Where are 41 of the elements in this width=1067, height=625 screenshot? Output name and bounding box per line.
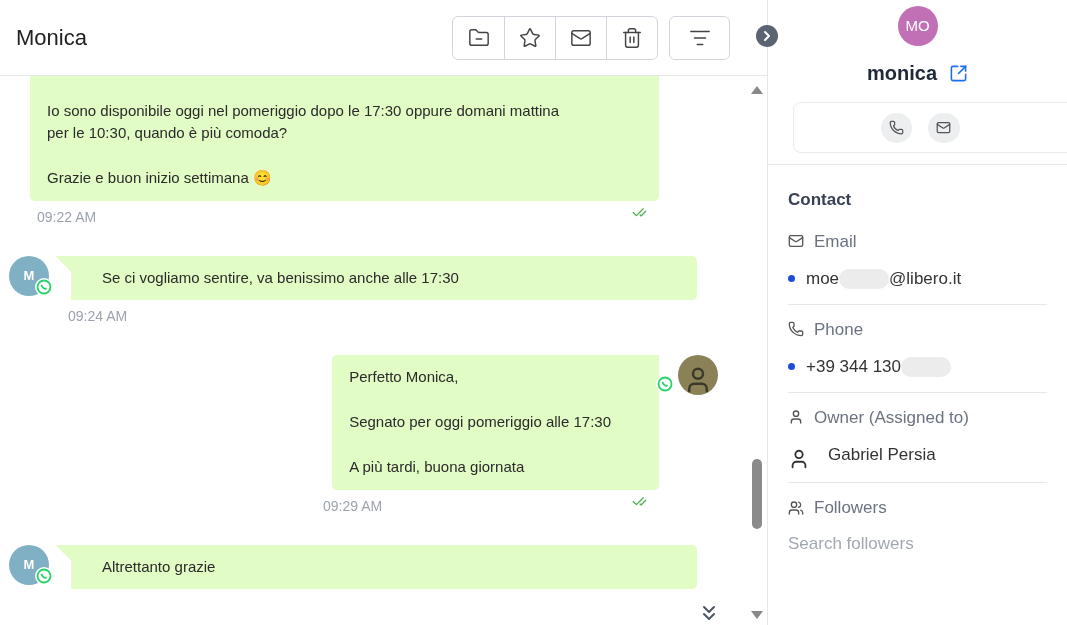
email-button[interactable]: [927, 112, 960, 143]
message-time: 09:24 AM: [68, 307, 129, 326]
scroll-down-arrow-icon[interactable]: [751, 611, 763, 619]
collapse-panel-button[interactable]: [756, 25, 778, 47]
field-label: Followers: [814, 497, 887, 519]
message-text: Altrettanto grazie: [102, 556, 217, 577]
field-label: Owner (Assigned to): [814, 406, 969, 429]
field-label: Email: [814, 230, 857, 253]
phone-icon: [788, 321, 804, 338]
mail-icon: [936, 120, 951, 135]
message-time: 09:22 AM: [37, 207, 97, 227]
message-text: Grazie e buon inizio settimana 😊: [47, 168, 273, 188]
contact-name: monica: [867, 61, 937, 86]
call-button[interactable]: [880, 112, 912, 143]
chat-app-icon: [35, 566, 53, 585]
message-text: A più tardi, buona giornata: [349, 457, 526, 477]
field-label: Phone: [814, 318, 864, 341]
person-icon: [788, 409, 804, 426]
message-text: Perfetto Monica,: [349, 367, 460, 387]
mail-icon: [788, 233, 804, 250]
trash-icon: [621, 26, 643, 49]
owner-name: Gabriel Persia: [828, 444, 936, 467]
field-value: moe: [806, 268, 840, 290]
section-title: Contact: [788, 189, 853, 211]
field-value: +39 344 130: [806, 356, 901, 378]
message-text: Segnato per oggi pomeriggio alle 17:30: [349, 412, 611, 432]
message-text: Se ci vogliamo sentire, va benissimo anche alle 17:30: [102, 267, 460, 288]
avatar: [678, 355, 718, 395]
star-icon: [519, 26, 541, 49]
external-link-icon[interactable]: [949, 63, 968, 83]
phone-icon: [888, 120, 904, 135]
contact-avatar: MO: [897, 6, 938, 46]
chat-app-icon: [35, 277, 53, 296]
folder-minus-icon: [467, 26, 490, 49]
people-icon: [788, 499, 804, 516]
message-text: Io sono disponibile oggi nel pomeriggio dopo le 17:30 oppure domani mattina per le 10:30, quando è più comoda?: [47, 100, 561, 143]
search-followers-field[interactable]: Search followers: [788, 530, 1047, 556]
chat-app-icon: [656, 375, 674, 393]
conversation-title: Monica: [16, 24, 87, 52]
message-time: 09:29 AM: [323, 496, 383, 516]
field-value: @libero.it: [889, 268, 962, 290]
